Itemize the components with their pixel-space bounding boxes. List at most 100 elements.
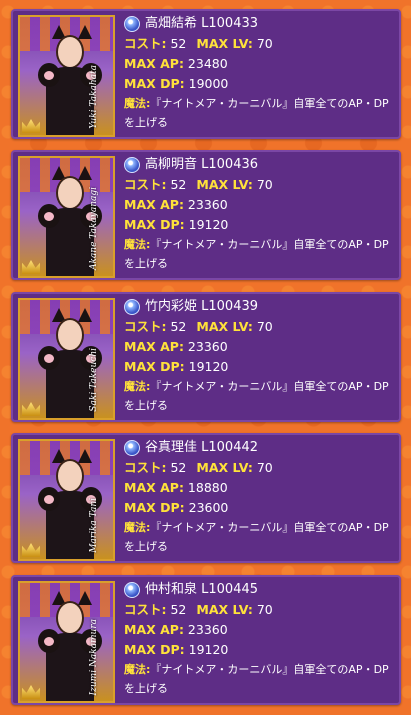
card-thumbnail[interactable]: Saki Takeuchi — [18, 298, 115, 420]
max-dp-value: 23600 — [188, 500, 229, 515]
max-lv-value: 70 — [256, 36, 273, 51]
paw-glove-icon — [38, 487, 60, 511]
card-thumbnail[interactable]: Marika Tani — [18, 439, 115, 561]
cost-label: コスト: — [124, 602, 167, 617]
card-name: 高畑結希 L100433 — [145, 16, 259, 31]
magic-label: 魔法: — [124, 97, 151, 110]
signature: Izumi Nakamura — [89, 618, 99, 695]
magic-text-cont: を上げる — [124, 682, 168, 695]
magic-text-cont: を上げる — [124, 540, 168, 553]
card-name: 仲村和泉 L100445 — [145, 582, 259, 597]
cat-ear-icon — [78, 449, 92, 463]
card-thumbnail[interactable]: Akane Takayanagi — [18, 156, 115, 278]
card-item[interactable]: Saki Takeuchi 竹内彩姫 L100439 コスト: 52 MAX L… — [11, 292, 401, 422]
crown-icon — [22, 685, 40, 699]
magic-text: 『ナイトメア・カーニバル』自軍全てのAP・DP — [150, 663, 389, 676]
signature: Marika Tani — [89, 498, 99, 553]
max-dp-label: MAX DP: — [124, 217, 185, 232]
signature: Akane Takayanagi — [89, 186, 99, 270]
card-item[interactable]: Izumi Nakamura 仲村和泉 L100445 コスト: 52 MAX … — [11, 575, 401, 705]
max-lv-label: MAX LV: — [196, 602, 253, 617]
max-ap-row: MAX AP: 23480 — [124, 56, 228, 72]
cost-row: コスト: 52 MAX LV: 70 — [124, 36, 273, 52]
max-lv-label: MAX LV: — [196, 36, 253, 51]
blue-gem-icon — [124, 299, 140, 315]
card-list: Yuki Takahata 高畑結希 L100433 コスト: 52 MAX L… — [0, 0, 411, 715]
card-name: 高柳明音 L100436 — [145, 157, 259, 172]
blue-gem-icon — [124, 16, 140, 32]
max-dp-value: 19120 — [188, 359, 229, 374]
card-name: 谷真理佳 L100442 — [145, 440, 259, 455]
cost-value: 52 — [170, 177, 187, 192]
cat-ear-icon — [78, 166, 92, 180]
card-item[interactable]: Akane Takayanagi 高柳明音 L100436 コスト: 52 MA… — [11, 150, 401, 280]
card-name: 竹内彩姫 L100439 — [145, 299, 259, 314]
card-item[interactable]: Marika Tani 谷真理佳 L100442 コスト: 52 MAX LV:… — [11, 433, 401, 563]
max-dp-label: MAX DP: — [124, 642, 185, 657]
max-ap-label: MAX AP: — [124, 480, 184, 495]
blue-gem-icon — [124, 440, 140, 456]
cost-row: コスト: 52 MAX LV: 70 — [124, 319, 273, 335]
max-dp-value: 19000 — [188, 76, 229, 91]
max-dp-value: 19120 — [188, 642, 229, 657]
max-dp-label: MAX DP: — [124, 76, 185, 91]
cat-ear-icon — [78, 25, 92, 39]
max-dp-value: 19120 — [188, 217, 229, 232]
magic-text: 『ナイトメア・カーニバル』自軍全てのAP・DP — [150, 521, 389, 534]
max-ap-value: 23360 — [187, 197, 228, 212]
max-ap-value: 18880 — [187, 480, 228, 495]
max-ap-row: MAX AP: 23360 — [124, 197, 228, 213]
magic-text-cont: を上げる — [124, 399, 168, 412]
cost-row: コスト: 52 MAX LV: 70 — [124, 177, 273, 193]
max-ap-label: MAX AP: — [124, 197, 184, 212]
card-item[interactable]: Yuki Takahata 高畑結希 L100433 コスト: 52 MAX L… — [11, 9, 401, 139]
max-dp-row: MAX DP: 23600 — [124, 500, 228, 516]
cost-value: 52 — [170, 460, 187, 475]
magic-label: 魔法: — [124, 663, 151, 676]
max-dp-label: MAX DP: — [124, 500, 185, 515]
magic-text-cont: を上げる — [124, 116, 168, 129]
max-lv-value: 70 — [256, 460, 273, 475]
max-ap-row: MAX AP: 18880 — [124, 480, 228, 496]
member-portrait — [56, 459, 84, 493]
cost-value: 52 — [170, 602, 187, 617]
crown-icon — [22, 260, 40, 274]
paw-glove-icon — [38, 204, 60, 228]
max-ap-row: MAX AP: 23360 — [124, 622, 228, 638]
max-dp-row: MAX DP: 19120 — [124, 359, 228, 375]
cost-label: コスト: — [124, 319, 167, 334]
card-thumbnail[interactable]: Yuki Takahata — [18, 15, 115, 137]
blue-gem-icon — [124, 157, 140, 173]
max-lv-value: 70 — [256, 602, 273, 617]
magic-row: 魔法:『ナイトメア・カーニバル』自軍全てのAP・DP — [124, 96, 389, 112]
magic-label: 魔法: — [124, 238, 151, 251]
magic-row: 魔法:『ナイトメア・カーニバル』自軍全てのAP・DP — [124, 379, 389, 395]
paw-glove-icon — [38, 629, 60, 653]
max-dp-row: MAX DP: 19120 — [124, 642, 228, 658]
cost-value: 52 — [170, 319, 187, 334]
max-ap-value: 23480 — [187, 56, 228, 71]
max-ap-value: 23360 — [187, 339, 228, 354]
member-portrait — [56, 176, 84, 210]
cost-row: コスト: 52 MAX LV: 70 — [124, 460, 273, 476]
member-portrait — [56, 601, 84, 635]
magic-text-cont: を上げる — [124, 257, 168, 270]
max-ap-label: MAX AP: — [124, 56, 184, 71]
magic-row: 魔法:『ナイトメア・カーニバル』自軍全てのAP・DP — [124, 662, 389, 678]
magic-text: 『ナイトメア・カーニバル』自軍全てのAP・DP — [150, 380, 389, 393]
cat-ear-icon — [78, 308, 92, 322]
max-ap-value: 23360 — [187, 622, 228, 637]
magic-text: 『ナイトメア・カーニバル』自軍全てのAP・DP — [150, 238, 389, 251]
max-ap-label: MAX AP: — [124, 622, 184, 637]
cost-label: コスト: — [124, 36, 167, 51]
card-thumbnail[interactable]: Izumi Nakamura — [18, 581, 115, 703]
cost-label: コスト: — [124, 177, 167, 192]
paw-glove-icon — [38, 63, 60, 87]
magic-row: 魔法:『ナイトメア・カーニバル』自軍全てのAP・DP — [124, 520, 389, 536]
max-lv-value: 70 — [256, 177, 273, 192]
crown-icon — [22, 402, 40, 416]
blue-gem-icon — [124, 582, 140, 598]
paw-glove-icon — [38, 346, 60, 370]
crown-icon — [22, 119, 40, 133]
max-dp-row: MAX DP: 19000 — [124, 76, 228, 92]
